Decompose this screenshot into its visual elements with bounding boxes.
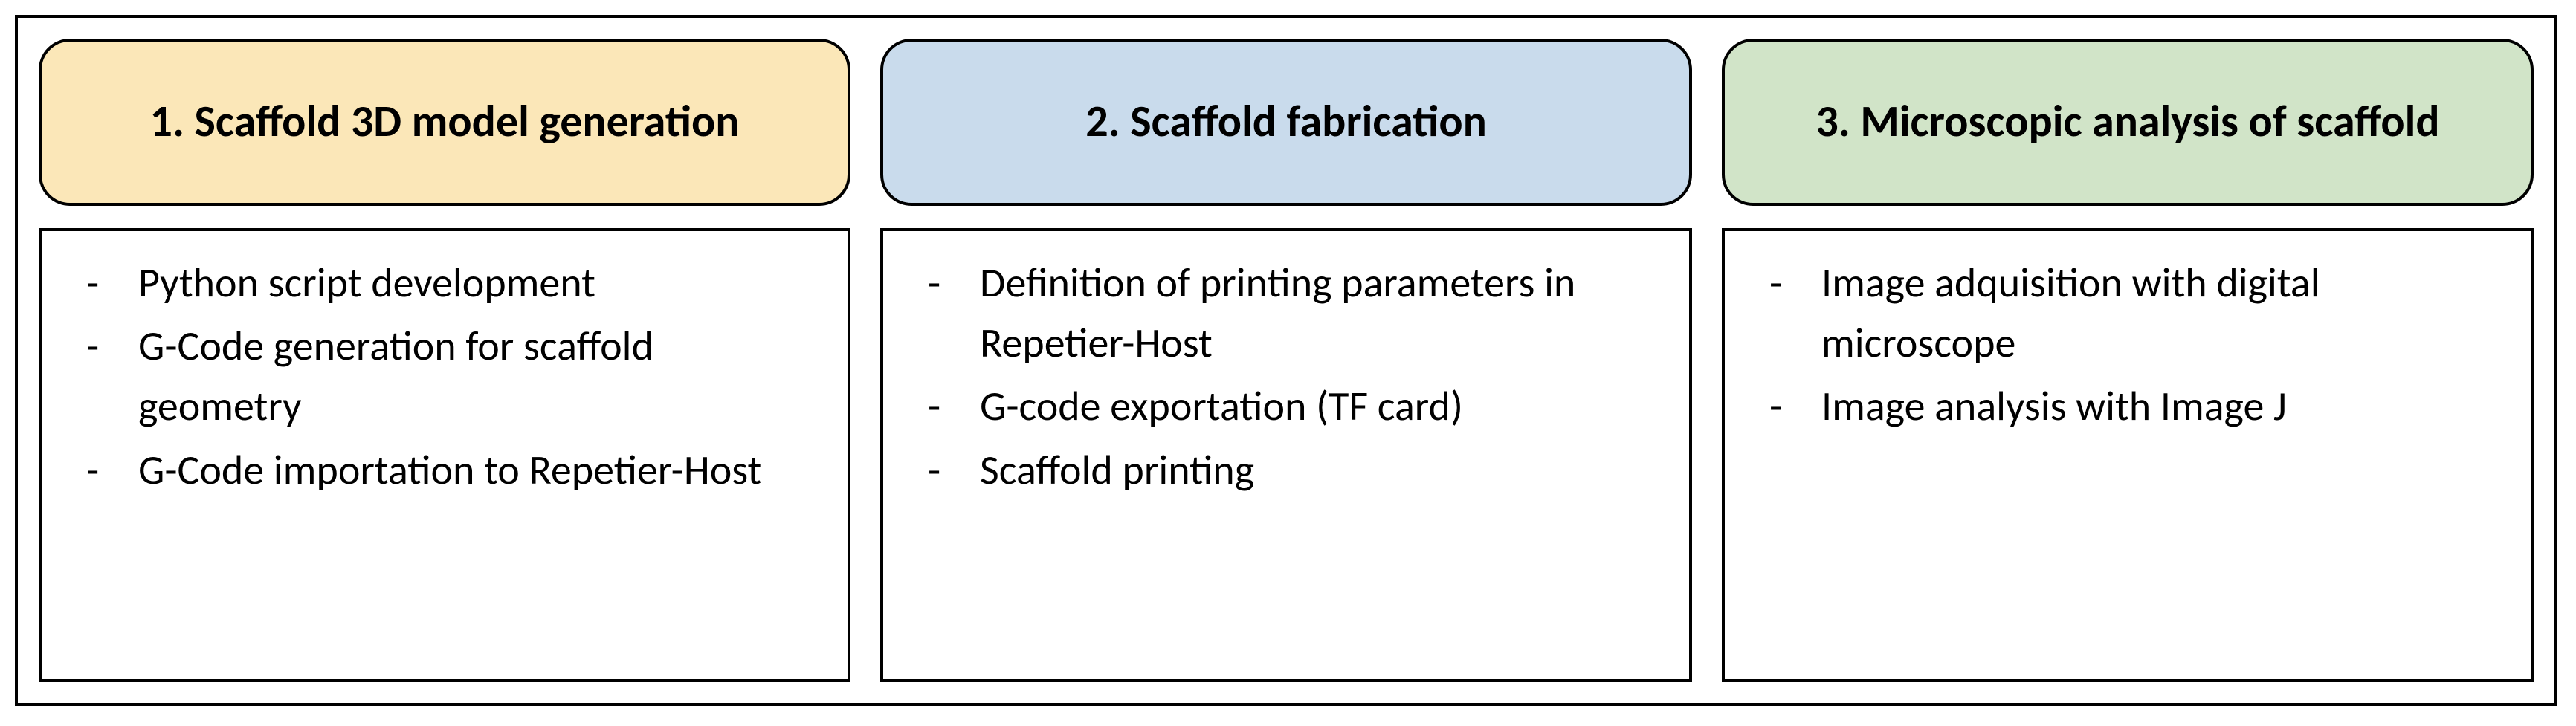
step-2-title: 2. Scaffold fabrication: [1085, 96, 1487, 149]
step-1-title: 1. Scaffold 3D model generation: [150, 96, 740, 149]
list-item: Image analysis with Image J: [1769, 377, 2501, 437]
step-3-title: 3. Microscopic analysis of scaffold: [1815, 96, 2439, 149]
list-item: Image adquisition with digital microscop…: [1769, 253, 2501, 374]
step-3-content: Image adquisition with digital microscop…: [1722, 228, 2534, 682]
list-item: G-code exportation (TF card): [928, 377, 1659, 437]
step-2-header: 2. Scaffold fabrication: [880, 39, 1692, 206]
step-2-content: Definition of printing parameters in Rep…: [880, 228, 1692, 682]
step-1-list: Python script development G-Code generat…: [86, 253, 818, 501]
step-2-list: Definition of printing parameters in Rep…: [928, 253, 1659, 501]
process-diagram: 1. Scaffold 3D model generation Python s…: [15, 15, 2557, 706]
column-2: 2. Scaffold fabrication Definition of pr…: [880, 39, 1692, 682]
list-item: Definition of printing parameters in Rep…: [928, 253, 1659, 374]
list-item: Python script development: [86, 253, 818, 314]
step-3-header: 3. Microscopic analysis of scaffold: [1722, 39, 2534, 206]
step-1-content: Python script development G-Code generat…: [39, 228, 850, 682]
step-1-header: 1. Scaffold 3D model generation: [39, 39, 850, 206]
step-3-list: Image adquisition with digital microscop…: [1769, 253, 2501, 438]
list-item: G-Code importation to Repetier-Host: [86, 441, 818, 501]
column-1: 1. Scaffold 3D model generation Python s…: [39, 39, 850, 682]
list-item: Scaffold printing: [928, 441, 1659, 501]
list-item: G-Code generation for scaffold geometry: [86, 317, 818, 437]
column-3: 3. Microscopic analysis of scaffold Imag…: [1722, 39, 2534, 682]
